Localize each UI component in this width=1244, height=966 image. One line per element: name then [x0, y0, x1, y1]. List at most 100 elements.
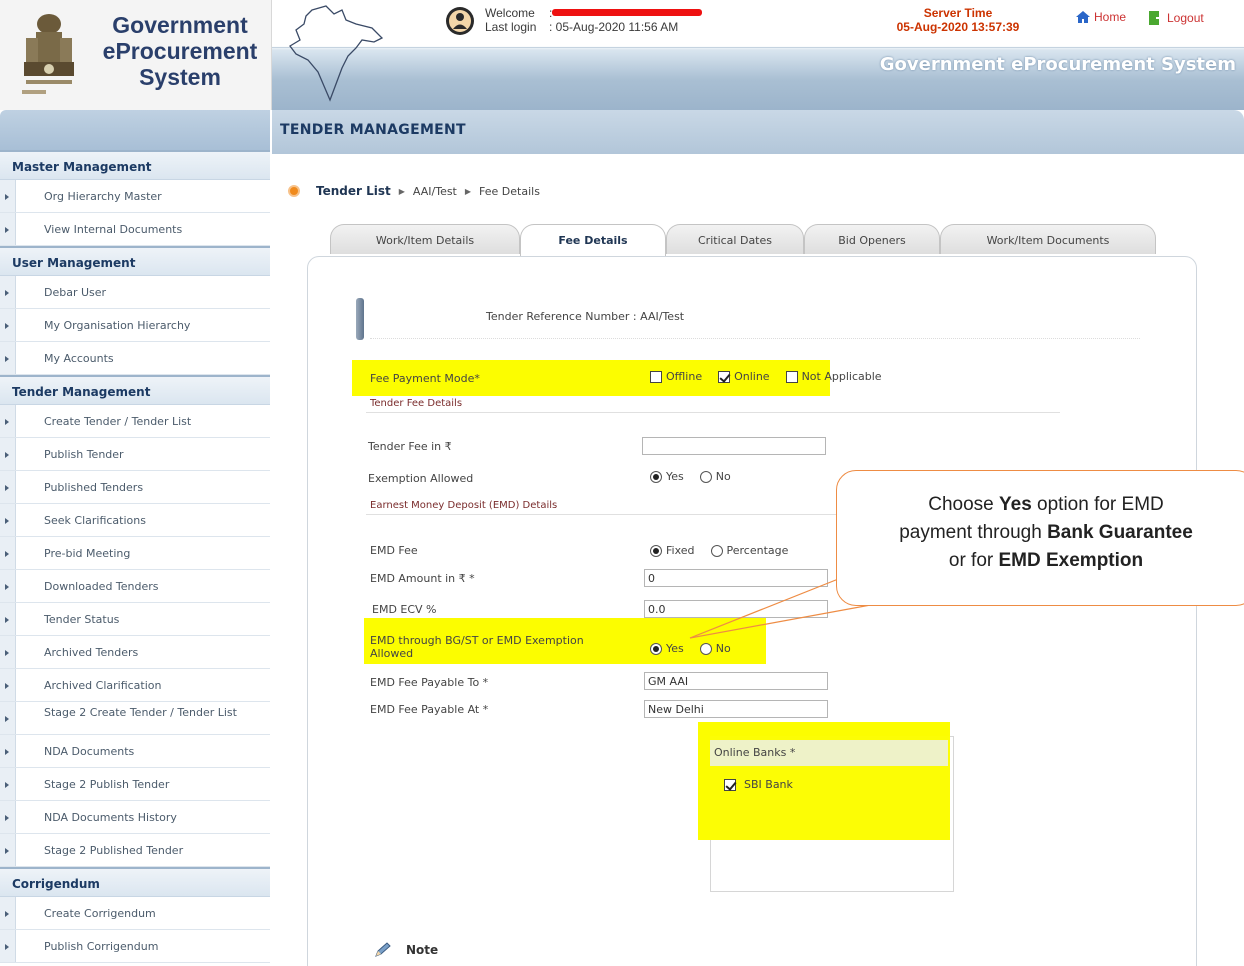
- sidebar-item-label: Stage 2 Create Tender / Tender List: [44, 706, 237, 719]
- tab-work-item-details[interactable]: Work/Item Details: [330, 224, 520, 254]
- callout-annotation: Choose Yes option for EMD payment throug…: [836, 470, 1244, 606]
- sidebar-item-stage2-published-tender[interactable]: Stage 2 Published Tender: [0, 834, 270, 867]
- emd-bg-label-line1: EMD through BG/ST or EMD Exemption: [370, 634, 584, 647]
- sidebar-item-debar-user[interactable]: Debar User: [0, 276, 270, 309]
- emd-payable-to-input[interactable]: [644, 672, 828, 690]
- sbi-bank-checkbox[interactable]: [724, 778, 736, 791]
- sbi-bank-label: SBI Bank: [744, 778, 793, 791]
- user-avatar-icon: [446, 7, 474, 35]
- bank-option-sbi[interactable]: SBI Bank: [724, 778, 793, 791]
- tab-critical-dates[interactable]: Critical Dates: [666, 224, 804, 254]
- home-link[interactable]: Home: [1075, 10, 1126, 24]
- logout-link[interactable]: Logout: [1148, 10, 1204, 26]
- sidebar-item-my-accounts[interactable]: My Accounts: [0, 342, 270, 375]
- divider: [370, 338, 1140, 339]
- sidebar-item-label: Pre-bid Meeting: [44, 547, 131, 560]
- sidebar-item-label: Downloaded Tenders: [44, 580, 159, 593]
- fee-payment-mode-options: Offline Online Not Applicable: [650, 370, 882, 383]
- callout-line-3: or for EMD Exemption: [837, 547, 1244, 575]
- tender-fee-input[interactable]: [642, 437, 826, 455]
- tab-fee-details[interactable]: Fee Details: [520, 224, 666, 256]
- sidebar-item-stage2-create-tender[interactable]: Stage 2 Create Tender / Tender List: [0, 702, 270, 735]
- emd-percentage-radio[interactable]: [710, 544, 723, 557]
- breadcrumb-tender-list[interactable]: Tender List: [316, 184, 391, 198]
- sidebar-item-nda-documents[interactable]: NDA Documents: [0, 735, 270, 768]
- note-section: Note: [374, 942, 438, 958]
- sidebar-item-publish-tender[interactable]: Publish Tender: [0, 438, 270, 471]
- emd-fee-options: Fixed Percentage: [650, 544, 788, 557]
- not-applicable-checkbox[interactable]: [785, 370, 798, 383]
- online-banks-header: Online Banks *: [710, 740, 948, 766]
- emd-fixed-radio[interactable]: [650, 544, 662, 557]
- sidebar-item-create-tender[interactable]: Create Tender / Tender List: [0, 405, 270, 438]
- sidebar-item-archived-tenders[interactable]: Archived Tenders: [0, 636, 270, 669]
- fee-payment-mode-label: Fee Payment Mode*: [370, 372, 480, 385]
- emd-bg-yes-radio[interactable]: [650, 642, 662, 655]
- offline-label: Offline: [666, 370, 703, 383]
- sidebar-item-my-organisation-hierarchy[interactable]: My Organisation Hierarchy: [0, 309, 270, 342]
- bullet-icon: [0, 603, 16, 635]
- sidebar-item-label: My Accounts: [44, 352, 114, 365]
- tender-fee-label: Tender Fee in ₹: [368, 440, 452, 453]
- logout-icon: [1149, 11, 1164, 25]
- page-title: TENDER MANAGEMENT: [280, 122, 466, 138]
- breadcrumb-tender-ref[interactable]: AAI/Test: [413, 185, 457, 198]
- breadcrumb-dot-icon: [288, 185, 300, 197]
- sidebar-item-org-hierarchy-master[interactable]: Org Hierarchy Master: [0, 180, 270, 213]
- exemption-no-radio[interactable]: [699, 470, 712, 483]
- sidebar-item-label: My Organisation Hierarchy: [44, 319, 191, 332]
- sidebar-item-archived-clarification[interactable]: Archived Clarification: [0, 669, 270, 702]
- bullet-icon: [0, 897, 16, 929]
- page-header: Government eProcurement System Welcome :…: [0, 0, 1244, 110]
- sidebar-item-label: View Internal Documents: [44, 223, 183, 236]
- bullet-icon: [0, 405, 16, 437]
- callout-line-1: Choose Yes option for EMD: [837, 491, 1244, 519]
- bullet-icon: [0, 669, 16, 701]
- callout-bold-text: EMD Exemption: [998, 550, 1144, 571]
- tab-bid-openers[interactable]: Bid Openers: [804, 224, 940, 254]
- bullet-icon: [0, 834, 16, 866]
- welcome-block: Welcome : Last login : 05-Aug-2020 11:56…: [485, 6, 703, 34]
- online-banks-label: Online Banks *: [714, 746, 796, 759]
- server-time-value: 05-Aug-2020 13:57:39: [896, 20, 1020, 34]
- bullet-icon: [0, 471, 16, 503]
- redacted-username: [552, 9, 703, 16]
- sidebar-item-label: NDA Documents History: [44, 811, 177, 824]
- sidebar-item-tender-status[interactable]: Tender Status: [0, 603, 270, 636]
- bullet-icon: [0, 276, 16, 308]
- emd-payable-at-input[interactable]: [644, 700, 828, 718]
- exemption-allowed-label: Exemption Allowed: [368, 472, 474, 485]
- sidebar-item-label: Archived Tenders: [44, 646, 139, 659]
- callout-text: option for EMD: [1031, 494, 1164, 515]
- exemption-yes-label: Yes: [666, 470, 684, 483]
- tab-work-item-documents[interactable]: Work/Item Documents: [940, 224, 1156, 254]
- bullet-icon: [0, 636, 16, 668]
- sidebar-item-nda-documents-history[interactable]: NDA Documents History: [0, 801, 270, 834]
- sidebar-item-label: Seek Clarifications: [44, 514, 146, 527]
- note-label: Note: [406, 943, 439, 957]
- exemption-yes-radio[interactable]: [650, 470, 662, 483]
- callout-text: payment through: [899, 522, 1048, 543]
- sidebar-item-seek-clarifications[interactable]: Seek Clarifications: [0, 504, 270, 537]
- emd-fixed-label: Fixed: [666, 544, 695, 557]
- emd-ecv-label: EMD ECV %: [372, 603, 437, 616]
- emd-bg-exemption-label: EMD through BG/ST or EMD Exemption Allow…: [370, 634, 584, 660]
- sidebar: Master Management Org Hierarchy Master V…: [0, 110, 270, 966]
- sidebar-item-publish-corrigendum[interactable]: Publish Corrigendum: [0, 930, 270, 963]
- online-checkbox[interactable]: [718, 370, 731, 383]
- not-applicable-label: Not Applicable: [801, 370, 882, 383]
- sidebar-section-tender-management: Tender Management: [0, 375, 270, 405]
- sidebar-item-view-internal-documents[interactable]: View Internal Documents: [0, 213, 270, 246]
- sidebar-item-stage2-publish-tender[interactable]: Stage 2 Publish Tender: [0, 768, 270, 801]
- sidebar-item-label: Stage 2 Published Tender: [44, 844, 184, 857]
- tender-ref-label: Tender Reference Number :: [486, 310, 637, 323]
- sidebar-item-pre-bid-meeting[interactable]: Pre-bid Meeting: [0, 537, 270, 570]
- offline-checkbox[interactable]: [650, 370, 662, 383]
- sidebar-item-downloaded-tenders[interactable]: Downloaded Tenders: [0, 570, 270, 603]
- sidebar-item-create-corrigendum[interactable]: Create Corrigendum: [0, 897, 270, 930]
- sidebar-item-published-tenders[interactable]: Published Tenders: [0, 471, 270, 504]
- sidebar-item-label: Stage 2 Publish Tender: [44, 778, 170, 791]
- sidebar-item-label: Publish Corrigendum: [44, 940, 159, 953]
- last-login-value: : 05-Aug-2020 11:56 AM: [549, 20, 679, 34]
- bullet-icon: [0, 180, 16, 212]
